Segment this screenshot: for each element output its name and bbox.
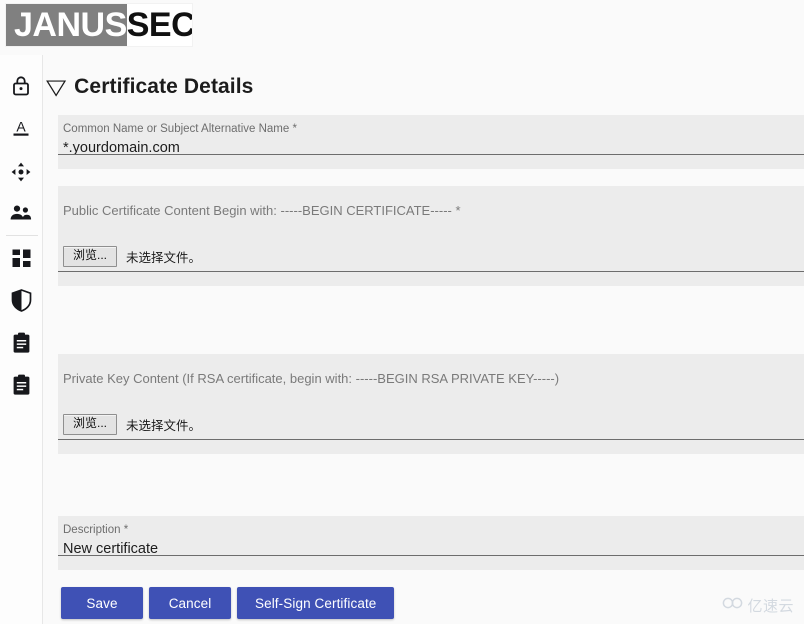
lock-icon — [11, 75, 31, 96]
sidebar-item-domains[interactable]: A — [0, 111, 42, 145]
sidebar-item-security[interactable] — [0, 283, 42, 317]
sidebar-item-users[interactable] — [0, 196, 42, 230]
public-certificate-file-row: 浏览... 未选择文件。 — [63, 246, 201, 267]
common-name-underline — [58, 154, 804, 155]
chevron-down-icon[interactable]: ▽ — [46, 77, 66, 98]
public-certificate-file-status: 未选择文件。 — [126, 250, 202, 265]
sidebar-item-routes[interactable] — [0, 155, 42, 189]
description-field[interactable]: Description * New certificate — [58, 516, 804, 570]
grid-dashboard-icon — [11, 248, 32, 269]
arrows-cross-icon — [10, 161, 32, 183]
private-key-file-status: 未选择文件。 — [126, 418, 202, 433]
page-title: Certificate Details — [74, 75, 254, 98]
sidebar-item-certificates[interactable] — [0, 68, 42, 102]
clipboard-icon — [12, 374, 31, 396]
sidebar-divider — [6, 235, 38, 236]
common-name-label: Common Name or Subject Alternative Name … — [63, 123, 297, 135]
cancel-button[interactable]: Cancel — [149, 587, 231, 619]
page-title-row: ▽ Certificate Details — [46, 75, 254, 99]
people-icon — [9, 203, 33, 223]
form-action-buttons: Save Cancel Self-Sign Certificate — [61, 587, 395, 619]
cloud-icon — [722, 596, 744, 615]
private-key-field[interactable]: Private Key Content (If RSA certificate,… — [58, 354, 804, 454]
janusec-logo: JANUSSEC — [5, 3, 193, 47]
main-content: ▽ Certificate Details Common Name or Sub… — [43, 55, 804, 624]
public-certificate-browse-button[interactable]: 浏览... — [63, 246, 118, 267]
svg-text:A: A — [16, 119, 26, 135]
description-underline — [58, 555, 804, 556]
sidebar-item-dashboard[interactable] — [0, 241, 42, 275]
logo-text-right: SEC — [126, 6, 193, 44]
logo-text: JANUSSEC — [14, 6, 193, 44]
watermark: 亿速云 — [722, 595, 794, 616]
common-name-field[interactable]: Common Name or Subject Alternative Name … — [58, 115, 804, 169]
letter-a-underline-icon: A — [10, 117, 32, 139]
private-key-label: Private Key Content (If RSA certificate,… — [63, 371, 560, 386]
description-label: Description * — [63, 524, 129, 536]
sidebar-item-reports[interactable] — [0, 368, 42, 402]
public-certificate-underline — [58, 271, 804, 272]
save-button[interactable]: Save — [61, 587, 143, 619]
sidebar: A — [0, 55, 43, 624]
clipboard-icon — [12, 332, 31, 354]
sidebar-item-logs[interactable] — [0, 326, 42, 360]
public-certificate-label: Public Certificate Content Begin with: -… — [63, 203, 461, 218]
watermark-text: 亿速云 — [747, 598, 794, 615]
private-key-underline — [58, 439, 804, 440]
public-certificate-field[interactable]: Public Certificate Content Begin with: -… — [58, 186, 804, 286]
app-header: JANUSSEC — [0, 0, 804, 55]
self-sign-certificate-button[interactable]: Self-Sign Certificate — [237, 587, 395, 619]
private-key-file-row: 浏览... 未选择文件。 — [63, 414, 201, 435]
private-key-browse-button[interactable]: 浏览... — [63, 414, 118, 435]
logo-text-left: JANUS — [14, 6, 127, 44]
shield-icon — [11, 288, 32, 312]
